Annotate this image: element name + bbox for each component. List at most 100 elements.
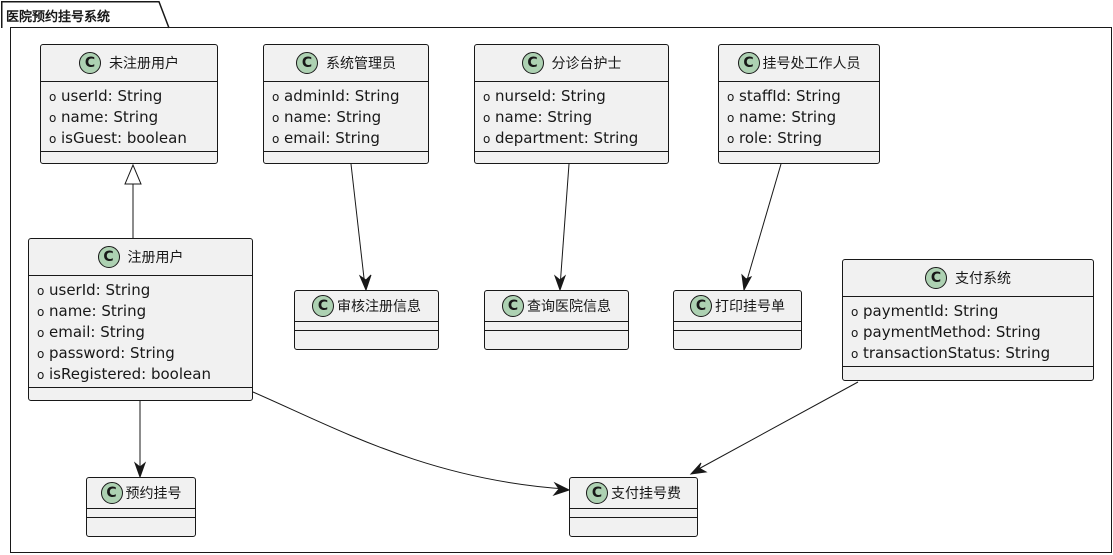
attribute-list: o userId: String o name: String o isGuest: … xyxy=(41,82,217,152)
attribute: o adminId: String xyxy=(272,87,400,105)
attribute: o name: String xyxy=(272,108,382,126)
method-section xyxy=(41,152,217,160)
attribute: o paymentId: String xyxy=(851,302,999,320)
hollow-triangle-arrowhead xyxy=(124,163,142,185)
attribute-list: o userId: String o name: String o email: St… xyxy=(29,276,252,388)
attribute: o isRegistered: boolean xyxy=(37,365,211,383)
class-header: C 查询医院信息 xyxy=(485,291,628,322)
class-header: C 审核注册信息 xyxy=(295,291,438,322)
method-section xyxy=(570,518,697,526)
attribute-list: o staffId: String o name: String o role: St… xyxy=(719,82,879,152)
class-name: 审核注册信息 xyxy=(337,299,421,315)
class-header: C 挂号处工作人员 xyxy=(719,45,879,82)
class-name: 未注册用户 xyxy=(109,56,179,72)
attribute-section xyxy=(570,509,697,518)
arrowhead-print xyxy=(741,273,753,292)
class-c-icon: C xyxy=(737,52,760,74)
public-visibility-icon: o xyxy=(37,347,45,361)
class-name: 系统管理员 xyxy=(326,56,396,72)
class-unregistered-user[interactable]: C 未注册用户 o userId: String o name: String oi… xyxy=(40,44,218,164)
class-header: C 支付挂号费 xyxy=(570,478,697,509)
attribute: o name: String xyxy=(727,108,837,126)
public-visibility-icon: o xyxy=(727,90,735,104)
class-header: C 系统管理员 xyxy=(264,45,428,82)
class-name: 注册用户 xyxy=(127,250,184,266)
public-visibility-icon: o xyxy=(49,132,57,146)
arrowhead-query xyxy=(553,274,567,292)
edge-staff-to-print xyxy=(744,163,782,288)
attribute-list: o nurseId: String o name: String o departme… xyxy=(475,82,668,152)
attribute: o name: String xyxy=(483,108,593,126)
public-visibility-icon: o xyxy=(272,111,280,125)
attribute: o isGuest: boolean xyxy=(49,129,187,147)
public-visibility-icon: o xyxy=(483,132,491,146)
class-name: 打印挂号单 xyxy=(715,299,785,315)
method-section xyxy=(29,388,252,396)
attribute-section xyxy=(674,322,801,331)
arrowhead-review xyxy=(358,274,372,292)
public-visibility-icon: o xyxy=(851,305,859,319)
class-header: C 分诊台护士 xyxy=(475,45,668,82)
public-visibility-icon: o xyxy=(851,326,859,340)
attribute: o role: String xyxy=(727,129,822,147)
attribute: o department: String xyxy=(483,129,639,147)
method-section xyxy=(843,367,1093,375)
class-pay-registration-fee[interactable]: C 支付挂号费 xyxy=(569,477,698,537)
class-name: 挂号处工作人员 xyxy=(762,56,861,72)
attribute-section xyxy=(485,322,628,331)
class-header: C 未注册用户 xyxy=(41,45,217,82)
class-name: 分诊台护士 xyxy=(551,56,622,72)
class-c-icon: C xyxy=(521,52,544,74)
class-c-icon: C xyxy=(502,295,524,317)
attribute-list: o paymentId: String o paymentMethod: Strin… xyxy=(843,297,1093,367)
class-payment-system[interactable]: C 支付系统 o paymentId: String o paymentMethod… xyxy=(842,259,1094,381)
method-section xyxy=(719,152,879,160)
class-header: C 预约挂号 xyxy=(87,478,195,509)
attribute: o staffId: String xyxy=(727,87,841,105)
class-c-icon: C xyxy=(79,52,101,74)
attribute-list: o adminId: String o name: String o email: S… xyxy=(264,82,428,152)
public-visibility-icon: o xyxy=(49,90,57,104)
class-registration-staff[interactable]: C 挂号处工作人员 o staffId: String o name: String… xyxy=(718,44,880,164)
attribute: o email: String xyxy=(272,129,380,147)
class-header: C 注册用户 xyxy=(29,239,252,276)
public-visibility-icon: o xyxy=(272,132,280,146)
attribute-section xyxy=(87,509,195,518)
class-name: 查询医院信息 xyxy=(527,299,611,315)
class-c-icon: C xyxy=(312,295,334,317)
public-visibility-icon: o xyxy=(272,90,280,104)
class-registered-user[interactable]: C 注册用户 o userId: String o name: String o em… xyxy=(28,238,253,401)
method-section xyxy=(485,331,628,339)
class-name: 支付挂号费 xyxy=(611,486,681,502)
attribute: o transactionStatus: String xyxy=(851,344,1051,362)
arrowhead-pay-from-registered xyxy=(552,481,571,497)
class-header: C 打印挂号单 xyxy=(674,291,801,322)
edge-payment-to-pay xyxy=(692,381,859,473)
public-visibility-icon: o xyxy=(483,90,491,104)
class-print-registration-slip[interactable]: C 打印挂号单 xyxy=(673,290,802,350)
class-c-icon: C xyxy=(100,482,123,504)
class-query-hospital-info[interactable]: C 查询医院信息 xyxy=(484,290,629,350)
attribute-section xyxy=(295,322,438,331)
class-system-admin[interactable]: C 系统管理员 o adminId: String o name: String o… xyxy=(263,44,429,164)
method-section xyxy=(264,152,428,160)
attribute: o userId: String xyxy=(37,281,151,299)
public-visibility-icon: o xyxy=(37,284,45,298)
class-triage-nurse[interactable]: C 分诊台护士 o nurseId: String o name: String o… xyxy=(474,44,669,164)
class-book-appointment[interactable]: C 预约挂号 xyxy=(86,477,196,537)
class-name: 支付系统 xyxy=(955,271,1011,287)
attribute: o name: String xyxy=(49,108,159,126)
public-visibility-icon: o xyxy=(483,111,491,125)
class-review-registration[interactable]: C 审核注册信息 xyxy=(294,290,439,350)
edge-registered-to-pay xyxy=(252,391,567,490)
attribute: o userId: String xyxy=(49,87,163,105)
method-section xyxy=(674,331,801,339)
class-c-icon: C xyxy=(97,246,120,268)
class-name: 预约挂号 xyxy=(125,486,182,502)
attribute: o paymentMethod: String xyxy=(851,323,1041,341)
class-c-icon: C xyxy=(296,52,318,74)
arrowhead-pay-from-payment xyxy=(689,462,708,475)
public-visibility-icon: o xyxy=(851,347,859,361)
class-c-icon: C xyxy=(690,295,712,317)
public-visibility-icon: o xyxy=(37,305,45,319)
